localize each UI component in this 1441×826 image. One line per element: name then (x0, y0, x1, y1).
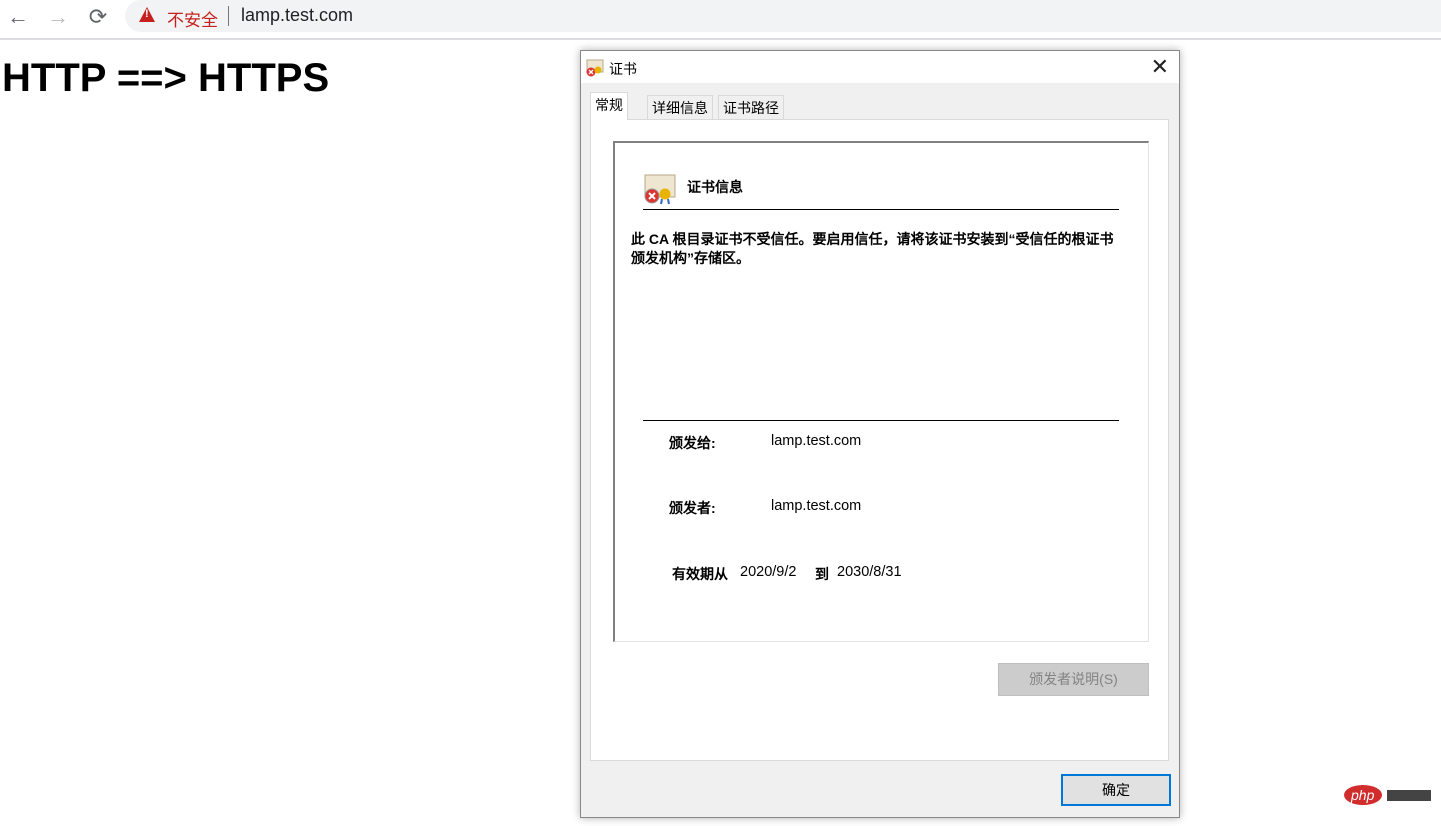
certificate-error-icon (644, 174, 676, 205)
tab-details[interactable]: 详细信息 (647, 95, 713, 119)
reload-button[interactable]: ⟳ (85, 4, 111, 30)
certificate-dialog: 证书 ✕ 常规 详细信息 证书路径 证书信息 此 CA 根目录证书不受信任。要启… (580, 50, 1180, 818)
divider (643, 209, 1119, 210)
back-button[interactable]: ← (5, 4, 31, 30)
section-title: 证书信息 (687, 179, 743, 195)
issued-to-label: 颁发给: (669, 435, 716, 451)
trust-message: 此 CA 根目录证书不受信任。要启用信任，请将该证书安装到“受信任的根证书颁发机… (631, 231, 1114, 266)
dialog-title: 证书 (609, 61, 637, 77)
close-icon[interactable]: ✕ (1151, 54, 1169, 80)
security-label[interactable]: 不安全 (167, 6, 218, 31)
valid-to: 2030/8/31 (837, 564, 902, 580)
valid-label: 有效期从 (672, 566, 728, 582)
browser-toolbar: ← → ⟳ 不安全 lamp.test.com (0, 0, 1441, 40)
divider (643, 420, 1119, 421)
valid-from: 2020/9/2 (740, 564, 797, 580)
title-bar: 证书 ✕ (581, 51, 1179, 83)
php-watermark-logo: php (1344, 785, 1431, 805)
svg-text:php: php (1350, 787, 1375, 803)
tab-panel: 证书信息 此 CA 根目录证书不受信任。要启用信任，请将该证书安装到“受信任的根… (590, 119, 1169, 761)
ok-button[interactable]: 确定 (1061, 774, 1171, 806)
warning-icon[interactable] (139, 7, 155, 22)
issued-by-value: lamp.test.com (771, 498, 862, 514)
page-heading: HTTP ==> HTTPS (2, 56, 330, 100)
issuer-statement-button[interactable]: 颁发者说明(S) (998, 663, 1149, 696)
tab-certification-path[interactable]: 证书路径 (718, 95, 784, 119)
valid-to-label: 到 (815, 566, 829, 582)
divider (228, 6, 229, 26)
certificate-error-icon (586, 59, 604, 77)
issued-by-label: 颁发者: (669, 500, 716, 516)
issued-to-value: lamp.test.com (771, 433, 862, 449)
address-bar[interactable]: 不安全 lamp.test.com (125, 0, 1441, 32)
url-text[interactable]: lamp.test.com (241, 5, 353, 26)
forward-button[interactable]: → (45, 4, 71, 30)
certificate-info-box: 证书信息 此 CA 根目录证书不受信任。要启用信任，请将该证书安装到“受信任的根… (613, 141, 1149, 642)
tab-general[interactable]: 常规 (590, 92, 628, 120)
